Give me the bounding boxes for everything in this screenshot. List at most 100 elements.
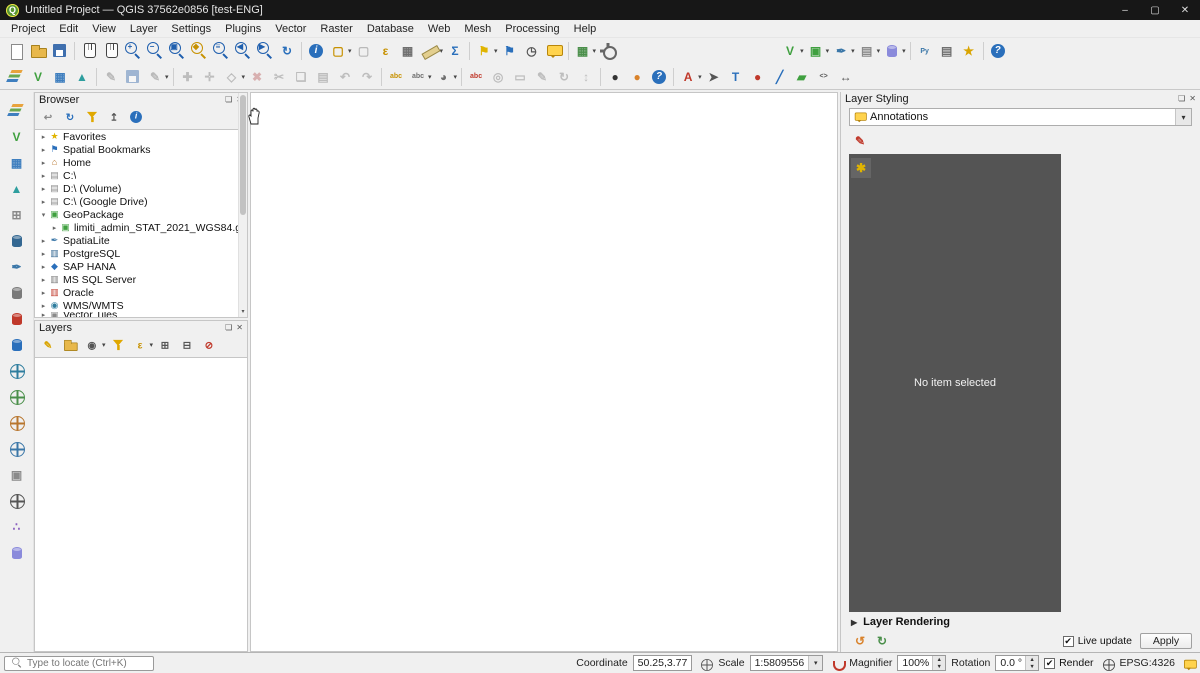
manage-map-themes-button[interactable]: ◉▾	[81, 336, 107, 354]
identify-features-button[interactable]: i	[305, 39, 327, 63]
crs-globe-icon[interactable]	[1100, 657, 1113, 670]
add-group-button[interactable]	[59, 336, 81, 354]
marker-annotation-button[interactable]: ●	[747, 65, 769, 89]
menu-edit[interactable]: Edit	[52, 23, 85, 35]
menu-database[interactable]: Database	[360, 23, 421, 35]
redo-button[interactable]: ↷	[356, 65, 378, 89]
rotate-label-button[interactable]: ↻	[553, 65, 575, 89]
browser-item-c-google-drive[interactable]: ▸▤C:\ (Google Drive)	[35, 195, 247, 208]
browser-item-spatialite[interactable]: ▸✒SpatiaLite	[35, 234, 247, 247]
add-mssql-layer-button[interactable]	[6, 281, 28, 305]
toggle-editing-button[interactable]: ✎	[100, 65, 122, 89]
expand-caret-icon[interactable]: ▸	[39, 172, 48, 180]
close-button[interactable]: ✕	[1170, 0, 1200, 20]
menu-mesh[interactable]: Mesh	[457, 23, 498, 35]
zoom-to-layer-button[interactable]: ≡	[210, 39, 232, 63]
float-layers-panel-button[interactable]: ❏	[225, 324, 232, 332]
crs-status[interactable]: EPSG:4326	[1120, 657, 1175, 669]
map-canvas[interactable]	[250, 92, 838, 652]
remove-layer-button[interactable]: ⊘	[198, 336, 220, 354]
add-selected-layers-button[interactable]: ↩	[37, 108, 59, 126]
zoom-next-button[interactable]: ▶	[254, 39, 276, 63]
add-vector-tile-layer-button[interactable]: ▣	[6, 463, 28, 487]
new-temporary-scratch-layer-button[interactable]: ▤▾	[856, 39, 882, 63]
pan-map-button[interactable]	[78, 39, 100, 63]
processing-toolbox-button[interactable]	[597, 39, 619, 63]
text-annotation-button[interactable]: T	[725, 65, 747, 89]
redo-style-button[interactable]: ↻	[871, 629, 893, 653]
statistical-summary-button[interactable]: Σ	[444, 39, 466, 63]
chevron-down-icon[interactable]: ▾	[1175, 109, 1191, 125]
select-by-expression-button[interactable]: ε	[375, 39, 397, 63]
cut-features-button[interactable]: ✂	[268, 65, 290, 89]
delete-selected-button[interactable]: ✖	[246, 65, 268, 89]
menu-help[interactable]: Help	[567, 23, 604, 35]
menu-processing[interactable]: Processing	[498, 23, 566, 35]
expand-caret-icon[interactable]: ▸	[39, 146, 48, 154]
vertex-tool-button[interactable]: ◇▾	[221, 65, 247, 89]
new-project-button[interactable]	[5, 39, 27, 63]
add-mesh-layer-button[interactable]: ▲	[71, 65, 93, 89]
add-xyz-layer-button[interactable]	[6, 489, 28, 513]
pin-labels-button[interactable]: ◎	[487, 65, 509, 89]
expand-caret-icon[interactable]: ▾	[39, 211, 48, 219]
float-browser-panel-button[interactable]: ❏	[225, 96, 232, 104]
expand-caret-icon[interactable]: ▸	[50, 224, 59, 232]
current-edits-button[interactable]: ✎▾	[144, 65, 170, 89]
add-virtual-layer-button[interactable]	[6, 541, 28, 565]
locator-input[interactable]	[27, 658, 147, 669]
maximize-button[interactable]: ▢	[1140, 0, 1170, 20]
browser-item-ms-sql-server[interactable]: ▸▥MS SQL Server	[35, 273, 247, 286]
expand-caret-icon[interactable]: ▸	[39, 289, 48, 297]
filter-legend-by-expression-button[interactable]: ε▾	[129, 336, 155, 354]
add-arcgis-rest-layer-button[interactable]	[6, 437, 28, 461]
copy-features-button[interactable]: ❏	[290, 65, 312, 89]
add-vector-layer-button[interactable]: V	[27, 65, 49, 89]
browser-item-spatial-bookmarks[interactable]: ▸⚑Spatial Bookmarks	[35, 143, 247, 156]
expand-caret-icon[interactable]: ▸	[39, 302, 48, 310]
expand-caret-icon[interactable]: ▸	[39, 312, 48, 317]
show-spatial-bookmarks-button[interactable]: ⚑	[499, 39, 521, 63]
change-label-button[interactable]: ✎	[531, 65, 553, 89]
zoom-full-button[interactable]: ▣	[166, 39, 188, 63]
styling-layer-combo[interactable]: Annotations ▾	[849, 108, 1192, 126]
line-annotation-button[interactable]: ╱	[769, 65, 791, 89]
select-annotation-button[interactable]: ➤	[703, 65, 725, 89]
browser-item-geopackage[interactable]: ▾▣GeoPackage	[35, 208, 247, 221]
data-source-manager-button[interactable]	[5, 65, 27, 89]
save-layer-edits-button[interactable]	[122, 65, 144, 89]
map-tips-button[interactable]	[543, 39, 565, 63]
select-features-button[interactable]: ▢▾	[327, 39, 353, 63]
resize-label-button[interactable]: ↕	[575, 65, 597, 89]
add-delimited-text-layer-button[interactable]: ⊞	[6, 203, 28, 227]
apply-button[interactable]: Apply	[1140, 633, 1192, 649]
layout-manager-button[interactable]: ▤	[936, 39, 958, 63]
locator-search[interactable]	[4, 656, 154, 671]
new-virtual-layer-button[interactable]: ▾	[881, 39, 907, 63]
magnifier-spinbox[interactable]: 100% ▲▼	[897, 655, 946, 671]
add-wfs-layer-button[interactable]	[6, 411, 28, 435]
open-project-button[interactable]	[27, 39, 49, 63]
expand-caret-icon[interactable]: ▸	[39, 263, 48, 271]
annotation-symbology-tab[interactable]: ✱	[851, 158, 871, 178]
browser-item-home[interactable]: ▸⌂Home	[35, 156, 247, 169]
show-hidden-labels-button[interactable]: ▭	[509, 65, 531, 89]
temporal-controller-button[interactable]: ◷	[521, 39, 543, 63]
new-spatialite-layer-button[interactable]: ✒▾	[830, 39, 856, 63]
spinner-arrows-icon[interactable]: ▲▼	[1025, 656, 1038, 670]
scale-combo[interactable]: 1:5809556 ▾	[750, 655, 824, 671]
browser-item-sap-hana[interactable]: ▸◆SAP HANA	[35, 260, 247, 273]
layer-rendering-expander[interactable]: ▶ Layer Rendering	[851, 616, 950, 628]
menu-web[interactable]: Web	[421, 23, 457, 35]
move-label-button[interactable]: abc	[465, 65, 487, 89]
add-mesh-layer-side-button[interactable]: ▲	[6, 177, 28, 201]
undo-button[interactable]: ↶	[334, 65, 356, 89]
new-shapefile-layer-button[interactable]: V▾	[779, 39, 805, 63]
browser-item-wms-wmts[interactable]: ▸◉WMS/WMTS	[35, 299, 247, 312]
help-contents-button[interactable]: ?	[987, 39, 1009, 63]
expand-caret-icon[interactable]: ▸	[39, 250, 48, 258]
spinner-arrows-icon[interactable]: ▲▼	[932, 656, 945, 670]
add-wms-layer-button[interactable]	[6, 359, 28, 383]
expand-all-layers-button[interactable]: ⊞	[154, 336, 176, 354]
menu-vector[interactable]: Vector	[268, 23, 313, 35]
